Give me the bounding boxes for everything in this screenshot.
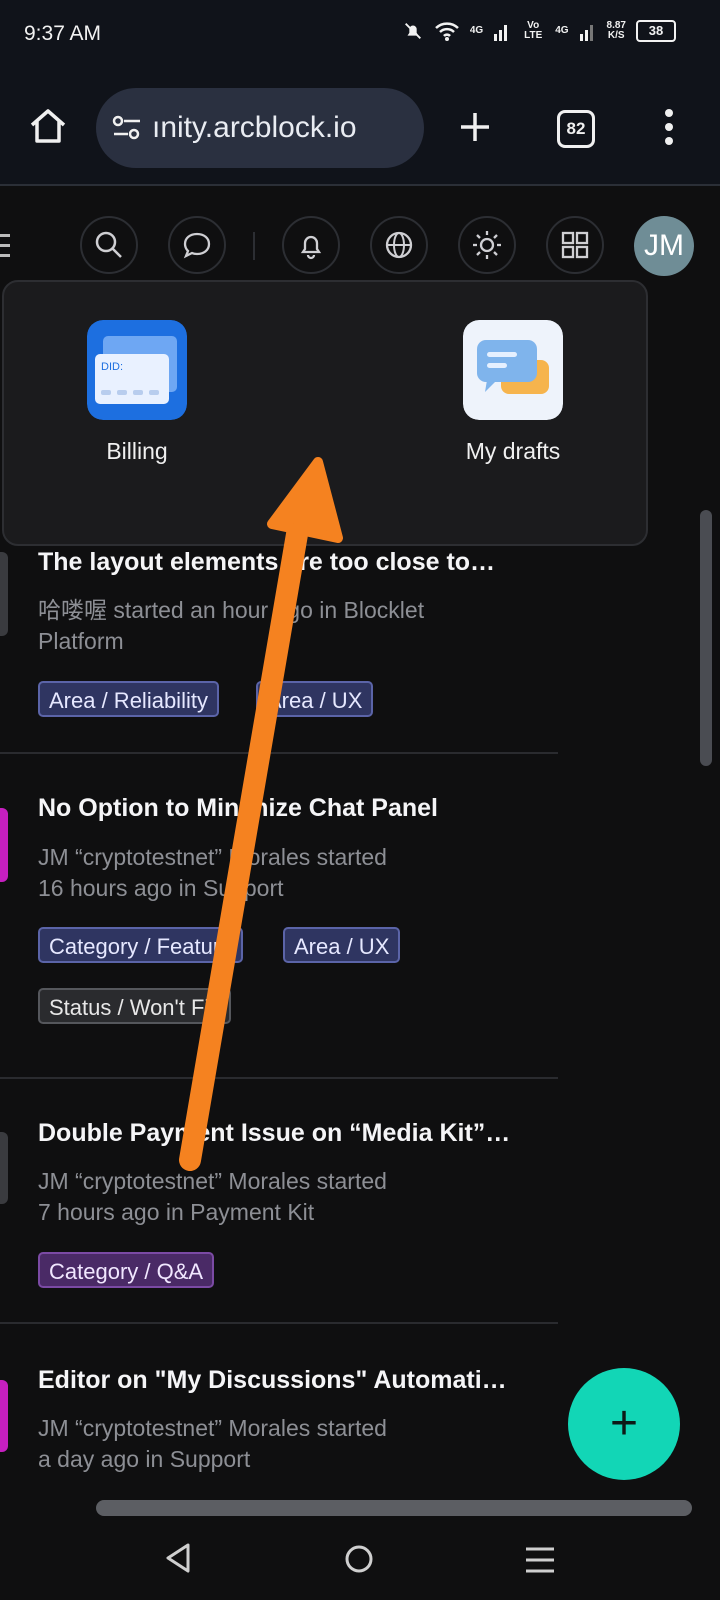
tag[interactable]: Area / UX <box>283 927 401 963</box>
tag[interactable]: Category / Q&A <box>38 1252 215 1288</box>
app-label: My drafts <box>465 438 561 464</box>
post-title[interactable]: No Option to Minimize Chat Panel <box>38 794 438 823</box>
globe-icon <box>385 231 413 259</box>
post-title[interactable]: The layout elements are too close to… <box>38 548 495 577</box>
tag[interactable]: Status / Won't Fix <box>38 988 232 1024</box>
post-divider <box>0 1077 558 1079</box>
recents-nav-icon[interactable] <box>526 1546 554 1574</box>
search-icon <box>95 231 122 258</box>
status-bar: 9:37 AM 4G Vo LTE 4G 8.87 K/S 38 <box>0 0 720 72</box>
billing-did-card-icon: DID: <box>87 320 187 420</box>
post-avatar-edge <box>0 1132 8 1204</box>
header-divider <box>253 232 255 260</box>
address-bar[interactable]: ınity.arcblock.io <box>96 88 424 168</box>
post-avatar-edge <box>0 552 8 636</box>
post-meta: JM “cryptotestnet” Morales started 7 hou… <box>38 1166 387 1228</box>
app-label: Billing <box>106 438 168 464</box>
post-meta-line: a day ago in Support <box>38 1446 251 1472</box>
drafts-chat-bubbles-icon <box>463 320 563 420</box>
language-button[interactable] <box>370 216 428 274</box>
home-icon[interactable] <box>28 106 68 146</box>
tag[interactable]: Category / Feature <box>38 927 244 963</box>
notifications-button[interactable] <box>282 216 340 274</box>
network-4g-label-2: 4G <box>555 25 569 36</box>
battery-indicator: 38 <box>636 20 676 42</box>
tab-switcher-button[interactable]: 82 <box>557 110 595 148</box>
status-icons: 4G Vo LTE 4G 8.87 K/S 38 <box>402 20 676 42</box>
post-meta: JM “cryptotestnet” Morales started 16 ho… <box>38 842 387 904</box>
back-nav-icon[interactable] <box>164 1542 192 1574</box>
app-item-billing[interactable]: DID: Billing <box>52 320 222 465</box>
url-text[interactable]: ınity.arcblock.io <box>152 111 382 145</box>
post-avatar-edge <box>0 1380 8 1452</box>
bell-icon <box>300 235 322 260</box>
network-speed: 8.87 K/S <box>607 21 626 41</box>
wifi-icon <box>434 22 459 41</box>
site-settings-icon[interactable] <box>110 111 144 145</box>
post-avatar-edge <box>0 808 8 882</box>
signal-icon-2 <box>579 25 593 41</box>
post-divider <box>0 1322 558 1324</box>
post-meta-line: 7 hours ago in Payment Kit <box>38 1199 315 1225</box>
signal-icon <box>494 25 508 41</box>
tag[interactable]: Area / Reliability <box>38 681 219 717</box>
bell-muted-icon <box>404 23 421 39</box>
post-meta: JM “cryptotestnet” Morales started a day… <box>38 1413 387 1475</box>
new-post-fab[interactable]: + <box>568 1368 680 1480</box>
new-tab-plus-icon[interactable] <box>458 110 492 144</box>
post-meta: 哈喽喔 started an hour ago in Blocklet Plat… <box>38 595 424 657</box>
scrollbar-thumb[interactable] <box>700 510 712 766</box>
search-button[interactable] <box>80 216 138 274</box>
status-time: 9:37 AM <box>24 22 102 45</box>
post-meta-line: Platform <box>38 628 124 654</box>
apps-grid-button[interactable] <box>546 216 604 274</box>
post-title[interactable]: Editor on "My Discussions" Automati… <box>38 1366 507 1395</box>
app-item-my-drafts[interactable]: My drafts <box>428 320 598 465</box>
horizontal-scrollbar[interactable] <box>96 1500 692 1516</box>
post-meta-line: JM “cryptotestnet” Morales started <box>38 1168 387 1194</box>
sun-icon <box>473 231 501 259</box>
apps-dropdown-menu: DID: Billing My drafts <box>2 280 648 546</box>
post-meta-line: JM “cryptotestnet” Morales started <box>38 1415 387 1441</box>
more-options-icon[interactable] <box>662 108 676 146</box>
chat-bubble-icon <box>183 232 211 259</box>
hamburger-menu-icon[interactable] <box>0 232 10 260</box>
tag[interactable]: Area / UX <box>256 681 374 717</box>
chat-button[interactable] <box>168 216 226 274</box>
billing-icon-text: DID: <box>101 361 123 373</box>
home-nav-icon[interactable] <box>344 1544 374 1574</box>
post-title[interactable]: Double Payment Issue on “Media Kit”… <box>38 1119 510 1148</box>
theme-toggle-button[interactable] <box>458 216 516 274</box>
post-divider <box>0 752 558 754</box>
volte-label: Vo LTE <box>524 20 543 41</box>
post-meta-line: JM “cryptotestnet” Morales started <box>38 844 387 870</box>
post-meta-line: 16 hours ago in Support <box>38 875 284 901</box>
network-speed-unit: K/S <box>607 30 625 41</box>
network-4g-label: 4G <box>469 25 484 36</box>
post-meta-line: 哈喽喔 started an hour ago in Blocklet <box>38 597 425 623</box>
grid-icon <box>561 231 589 259</box>
user-avatar[interactable]: JM <box>634 216 694 276</box>
